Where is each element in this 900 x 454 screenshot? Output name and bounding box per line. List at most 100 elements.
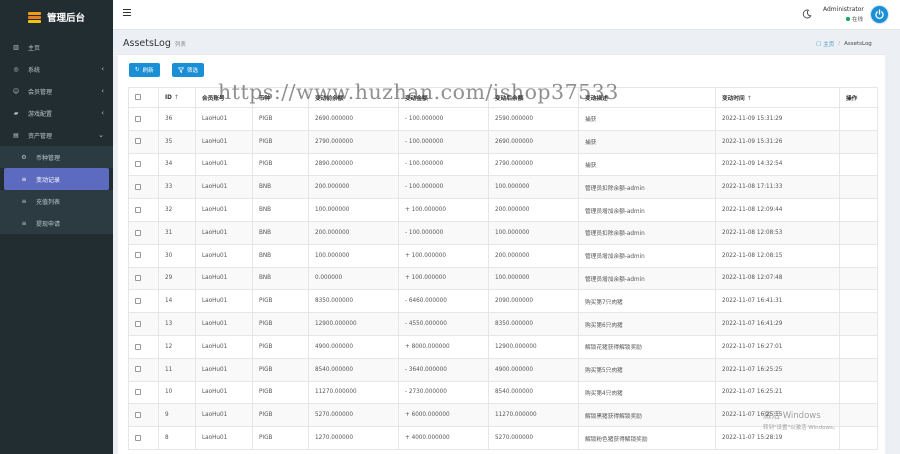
row-checkbox[interactable] xyxy=(135,184,141,191)
row-select-cell xyxy=(128,129,159,154)
cell-remark: 管理员扣除余额-admin xyxy=(578,175,716,200)
sidebar-item-1[interactable]: ◎ 系统 ‹ xyxy=(0,58,113,80)
user-name[interactable]: Administrator xyxy=(823,6,864,13)
cell-coin: PIGB xyxy=(252,152,309,177)
cell-before: 8540.000000 xyxy=(308,357,399,382)
cell-remark: 解锁粉色猪获得解锁奖励 xyxy=(578,426,716,450)
sidebar-item-label: 充值列表 xyxy=(36,198,61,206)
cell-time: 2022-11-09 14:32:54 xyxy=(715,152,840,177)
table-row[interactable]: 11 LaoHu01 PIGB 8540.000000- 3640.000000 490… xyxy=(128,357,878,382)
cell-before: 100.000000 xyxy=(308,243,399,268)
row-checkbox[interactable] xyxy=(135,206,141,213)
row-checkbox[interactable] xyxy=(135,115,141,122)
sidebar-item-2[interactable]: ☺ 会员管理 ‹ xyxy=(0,80,113,102)
cell-id: 9 xyxy=(158,403,196,428)
cell-id: 30 xyxy=(158,243,196,268)
sidebar-item-7[interactable]: ≡ 充值列表 xyxy=(0,190,113,212)
cell-id: 35 xyxy=(158,129,196,154)
row-checkbox[interactable] xyxy=(135,229,141,236)
cell-id: 13 xyxy=(158,312,196,336)
sidebar-item-8[interactable]: ≡ 提现申请 xyxy=(0,212,113,234)
breadcrumb: ▢ 主页 / AssetsLog xyxy=(816,40,872,48)
cell-user: LaoHu01 xyxy=(195,107,253,131)
row-checkbox[interactable] xyxy=(135,389,141,396)
table-row[interactable]: 33 LaoHu01 BNB 200.000000- 100.000000 100.00… xyxy=(128,175,878,200)
page-title-text: AssetsLog xyxy=(123,38,171,49)
cell-user: LaoHu01 xyxy=(195,266,253,291)
table-row[interactable]: 30 LaoHu01 BNB 100.000000 + 100.000000 200.00… xyxy=(128,243,878,268)
cell-action xyxy=(839,107,878,131)
cell-remark: 购买第6只肉猪 xyxy=(578,312,716,336)
gamepad-icon: ▰ xyxy=(13,109,19,117)
moon-icon[interactable] xyxy=(802,9,812,19)
filter-label: 筛选 xyxy=(187,68,199,74)
row-checkbox[interactable] xyxy=(135,434,141,441)
cell-change: - 100.000000 xyxy=(398,107,489,131)
cell-change: + 4000.000000 xyxy=(398,426,489,450)
row-select-cell xyxy=(128,334,159,359)
cell-action xyxy=(839,129,878,154)
power-icon[interactable] xyxy=(870,5,889,24)
cell-coin: BNB xyxy=(252,266,309,291)
cell-after: 2690.000000 xyxy=(488,129,579,154)
list-icon: ≡ xyxy=(21,175,27,183)
online-dot-icon xyxy=(846,17,850,21)
filter-button[interactable]: 筛选 xyxy=(172,63,205,77)
sidebar-item-label: 资产管理 xyxy=(28,132,53,140)
select-all-checkbox[interactable] xyxy=(135,94,141,101)
table-row[interactable]: 10 LaoHu01 PIGB 11270.000000- 2730.000000 85… xyxy=(128,380,878,405)
cell-user: LaoHu01 xyxy=(195,243,253,268)
row-checkbox[interactable] xyxy=(135,161,141,168)
row-checkbox[interactable] xyxy=(135,320,141,327)
cell-change: + 8000.000000 xyxy=(398,334,489,359)
brand[interactable]: 管理后台 xyxy=(0,0,113,34)
cell-id: 36 xyxy=(158,107,196,131)
column-id[interactable]: ID ↑ xyxy=(158,87,196,108)
breadcrumb-home[interactable]: 主页 xyxy=(823,40,834,48)
cell-change: - 100.000000 xyxy=(398,220,489,245)
cell-change: - 6460.000000 xyxy=(398,289,489,314)
row-checkbox[interactable] xyxy=(135,298,141,305)
cell-id: 31 xyxy=(158,220,196,245)
sort-icon[interactable]: ↑ xyxy=(174,94,179,101)
row-checkbox[interactable] xyxy=(135,343,141,350)
cell-user: LaoHu01 xyxy=(195,129,253,154)
sidebar-item-6[interactable]: ≡ 变动记录 xyxy=(4,168,109,190)
row-checkbox[interactable] xyxy=(135,252,141,259)
sidebar-item-label: 币种管理 xyxy=(36,154,61,162)
cell-after: 12900.000000 xyxy=(488,334,579,359)
table-row[interactable]: 14 LaoHu01 PIGB 8350.000000- 6460.000000 209… xyxy=(128,289,878,314)
row-checkbox[interactable] xyxy=(135,366,141,373)
cell-before: 200.000000 xyxy=(308,220,399,245)
sidebar-item-0[interactable]: ▥ 主页 xyxy=(0,36,113,58)
sidebar-item-5[interactable]: ⚙ 币种管理 xyxy=(0,146,113,168)
cell-id: 12 xyxy=(158,334,196,359)
cell-user: LaoHu01 xyxy=(195,152,253,177)
table-row[interactable]: 29 LaoHu01 BNB 0.000000 + 100.000000 100.0000… xyxy=(128,266,878,291)
cell-before: 1270.000000 xyxy=(308,426,399,450)
table-row[interactable]: 35 LaoHu01 PIGB 2790.000000- 100.000000 2690… xyxy=(128,129,878,154)
table-row[interactable]: 36 LaoHu01 PIGB 2690.000000- 100.000000 2590… xyxy=(128,107,878,131)
row-checkbox[interactable] xyxy=(135,138,141,145)
cell-coin: PIGB xyxy=(252,107,309,131)
table-row[interactable]: 12 LaoHu01 PIGB 4900.000000 + 8000.000000 129… xyxy=(128,334,878,359)
top-navbar: Administrator 在线 xyxy=(113,0,900,30)
cell-coin: BNB xyxy=(252,175,309,200)
table-row[interactable]: 13 LaoHu01 PIGB 12900.000000- 4550.000000 83… xyxy=(128,312,878,336)
row-checkbox[interactable] xyxy=(135,412,141,418)
cell-action xyxy=(839,380,878,405)
row-checkbox[interactable] xyxy=(135,275,141,282)
table-row[interactable]: 34 LaoHu01 PIGB 2890.000000- 100.000000 2790… xyxy=(128,152,878,177)
sidebar-menu: ▥ 主页 ◎ 系统 ‹ ☺ 会员管理 ‹ ▰ 游戏配置 ‹ ▤ 资产管理 ⌄ ⚙ 币种管理 ≡ 变动记录 ≡ 充值列表… xyxy=(0,36,113,234)
sidebar-item-4[interactable]: ▤ 资产管理 ⌄ xyxy=(0,124,113,146)
cell-user: LaoHu01 xyxy=(195,175,253,200)
sidebar-item-3[interactable]: ▰ 游戏配置 ‹ xyxy=(0,102,113,124)
menu-toggle-icon[interactable] xyxy=(123,9,131,17)
table-row[interactable]: 31 LaoHu01 BNB 200.000000- 100.000000 100.00… xyxy=(128,220,878,245)
refresh-button[interactable]: ↻ 刷新 xyxy=(129,63,160,77)
column-time[interactable]: 变动时间 ↑ xyxy=(715,87,840,108)
table-row[interactable]: 32 LaoHu01 BNB 100.000000 + 100.000000 200.00… xyxy=(128,198,878,222)
cell-after: 200.000000 xyxy=(488,243,579,268)
sort-icon[interactable]: ↑ xyxy=(747,95,752,102)
cell-change: + 100.000000 xyxy=(398,198,489,222)
